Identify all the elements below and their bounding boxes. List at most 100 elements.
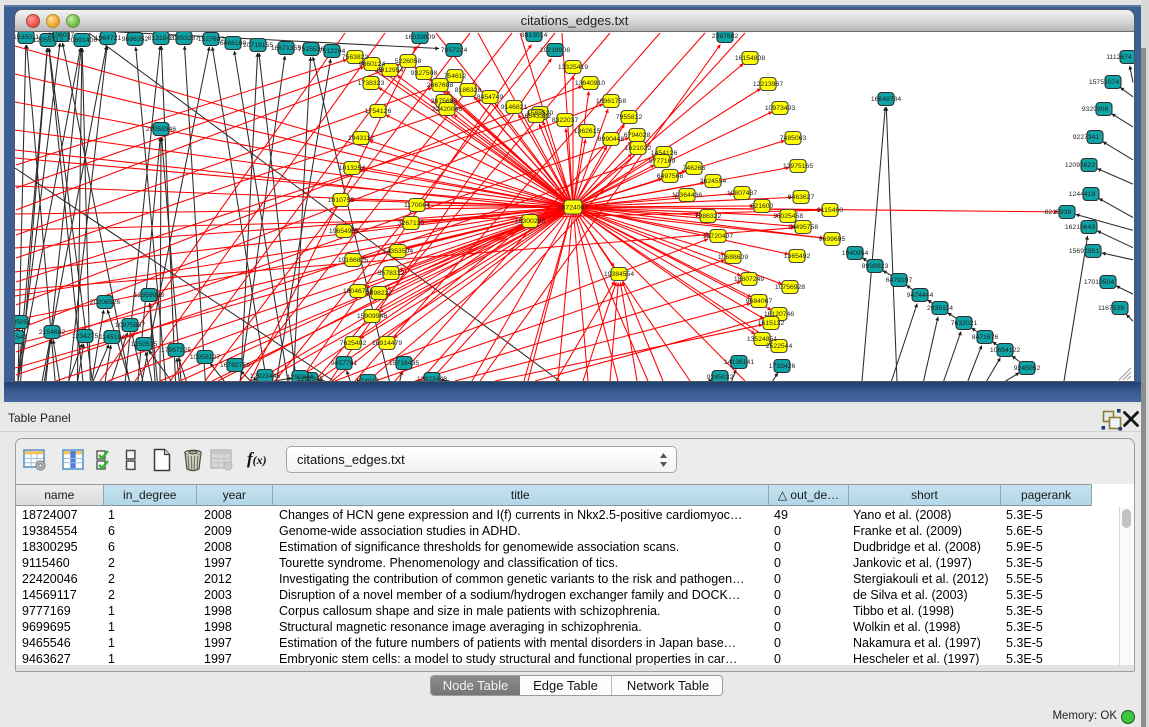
- svg-text:1250515: 1250515: [131, 341, 158, 348]
- svg-text:7632021: 7632021: [951, 320, 978, 327]
- svg-text:10719155: 10719155: [243, 42, 273, 49]
- svg-text:2935114: 2935114: [927, 305, 953, 312]
- svg-text:9327508: 9327508: [411, 70, 438, 77]
- svg-text:1615132: 1615132: [758, 320, 785, 327]
- svg-text:10975887: 10975887: [115, 322, 145, 329]
- svg-text:5578312: 5578312: [378, 270, 405, 277]
- svg-text:20206526: 20206526: [90, 299, 120, 306]
- svg-text:15909948: 15909948: [357, 313, 387, 320]
- svg-text:19384554: 19384554: [604, 271, 634, 278]
- svg-text:10807487: 10807487: [727, 190, 757, 197]
- svg-text:12359928: 12359928: [134, 292, 164, 299]
- svg-text:18300295: 18300295: [515, 218, 545, 225]
- svg-text:16914479: 16914479: [372, 340, 402, 347]
- svg-text:1943112: 1943112: [348, 135, 374, 142]
- svg-text:1940954: 1940954: [842, 250, 869, 257]
- svg-text:8186328: 8186328: [455, 87, 482, 94]
- svg-text:1170064: 1170064: [404, 202, 430, 209]
- svg-text:13975165: 13975165: [783, 163, 813, 170]
- svg-text:20691406: 20691406: [67, 37, 97, 44]
- svg-text:9886352: 9886352: [122, 36, 149, 43]
- svg-text:1454126: 1454126: [651, 150, 678, 157]
- svg-text:1112674: 1112674: [1106, 54, 1132, 61]
- svg-text:13524851: 13524851: [747, 336, 777, 343]
- svg-text:6794028: 6794028: [624, 132, 651, 139]
- svg-text:8938923: 8938923: [862, 263, 889, 270]
- svg-text:19166825: 19166825: [338, 257, 368, 264]
- svg-text:1234275: 1234275: [72, 333, 99, 340]
- svg-text:1733426: 1733426: [769, 363, 796, 370]
- svg-text:3875685: 3875685: [431, 98, 458, 105]
- svg-text:1145194: 1145194: [99, 334, 125, 341]
- svg-text:14353504: 14353504: [383, 248, 413, 255]
- svg-text:16648784: 16648784: [871, 96, 901, 103]
- svg-text:3267130: 3267130: [398, 220, 425, 227]
- svg-text:9245052: 9245052: [1014, 365, 1041, 372]
- svg-text:16961758: 16961758: [596, 98, 626, 105]
- svg-text:1738323: 1738323: [358, 80, 385, 87]
- svg-text:746266: 746266: [683, 165, 706, 172]
- svg-text:754612: 754612: [444, 73, 467, 80]
- svg-text:1292344: 1292344: [287, 374, 314, 381]
- svg-text:2867608: 2867608: [427, 82, 454, 89]
- svg-text:7857224: 7857224: [441, 47, 468, 54]
- svg-text:1964721: 1964721: [95, 35, 122, 42]
- svg-text:9699695: 9699695: [819, 236, 846, 243]
- svg-text:16543382: 16543382: [521, 113, 551, 120]
- svg-text:2154682: 2154682: [39, 329, 66, 336]
- svg-text:19654985: 19654985: [329, 228, 359, 235]
- svg-text:8471676: 8471676: [972, 334, 999, 341]
- svg-text:9474444: 9474444: [907, 292, 934, 299]
- svg-text:13640910: 13640910: [575, 80, 605, 87]
- svg-text:6497568: 6497568: [657, 173, 684, 180]
- svg-text:16782759: 16782759: [220, 362, 250, 369]
- svg-text:17010504: 17010504: [1084, 279, 1114, 286]
- svg-text:8912954: 8912954: [377, 67, 404, 74]
- svg-text:10364436: 10364436: [672, 192, 702, 199]
- svg-text:8215938: 8215938: [1045, 209, 1072, 216]
- svg-text:10688609: 10688609: [718, 254, 748, 261]
- svg-text:12093822: 12093822: [1065, 162, 1095, 169]
- svg-text:835051: 835051: [15, 319, 32, 326]
- svg-text:15720407: 15720407: [703, 233, 733, 240]
- svg-text:1621022: 1621022: [625, 145, 652, 152]
- svg-text:1167539: 1167539: [1098, 305, 1124, 312]
- svg-text:10853287: 10853287: [169, 35, 199, 42]
- svg-text:15751074: 15751074: [1089, 79, 1119, 86]
- svg-text:10025458: 10025458: [773, 213, 803, 220]
- svg-text:1244419: 1244419: [1069, 191, 1096, 198]
- svg-text:18807249: 18807249: [734, 276, 764, 283]
- svg-text:10756928: 10756928: [775, 284, 805, 291]
- svg-text:9329906: 9329906: [1082, 106, 1109, 113]
- svg-text:8454749: 8454749: [477, 94, 504, 101]
- svg-text:9684067: 9684067: [746, 298, 773, 305]
- svg-text:8990448: 8990448: [598, 136, 625, 143]
- svg-text:14136141: 14136141: [724, 359, 754, 366]
- svg-text:16671355: 16671355: [271, 45, 301, 52]
- svg-text:12923448: 12923448: [417, 376, 447, 382]
- svg-text:17957225: 17957225: [161, 347, 191, 354]
- svg-text:9777169: 9777169: [649, 158, 676, 165]
- svg-text:7986322: 7986322: [695, 213, 722, 220]
- svg-text:6479197: 6479197: [886, 277, 913, 284]
- svg-text:1754126: 1754126: [365, 108, 392, 115]
- svg-text:5226058: 5226058: [395, 58, 422, 65]
- svg-text:2387682: 2387682: [712, 33, 739, 40]
- svg-text:391541: 391541: [15, 334, 28, 341]
- svg-text:19218906: 19218906: [540, 47, 570, 54]
- svg-text:20053346: 20053346: [146, 126, 176, 133]
- svg-text:1013254: 1013254: [339, 165, 366, 172]
- svg-text:16210643: 16210643: [1065, 224, 1095, 231]
- svg-text:1362615: 1362615: [574, 128, 601, 135]
- svg-text:9457791: 9457791: [331, 360, 358, 367]
- svg-text:7563822: 7563822: [342, 54, 369, 61]
- svg-text:9463627: 9463627: [788, 194, 815, 201]
- svg-text:9115460: 9115460: [817, 207, 843, 214]
- svg-text:3624554: 3624554: [700, 178, 727, 185]
- svg-text:7485063: 7485063: [780, 135, 807, 142]
- svg-text:12923446: 12923446: [250, 373, 280, 380]
- svg-text:16154808: 16154808: [735, 55, 765, 62]
- svg-text:8813014: 8813014: [521, 32, 548, 39]
- svg-text:13325419: 13325419: [558, 64, 588, 71]
- svg-text:1365492: 1365492: [784, 253, 811, 260]
